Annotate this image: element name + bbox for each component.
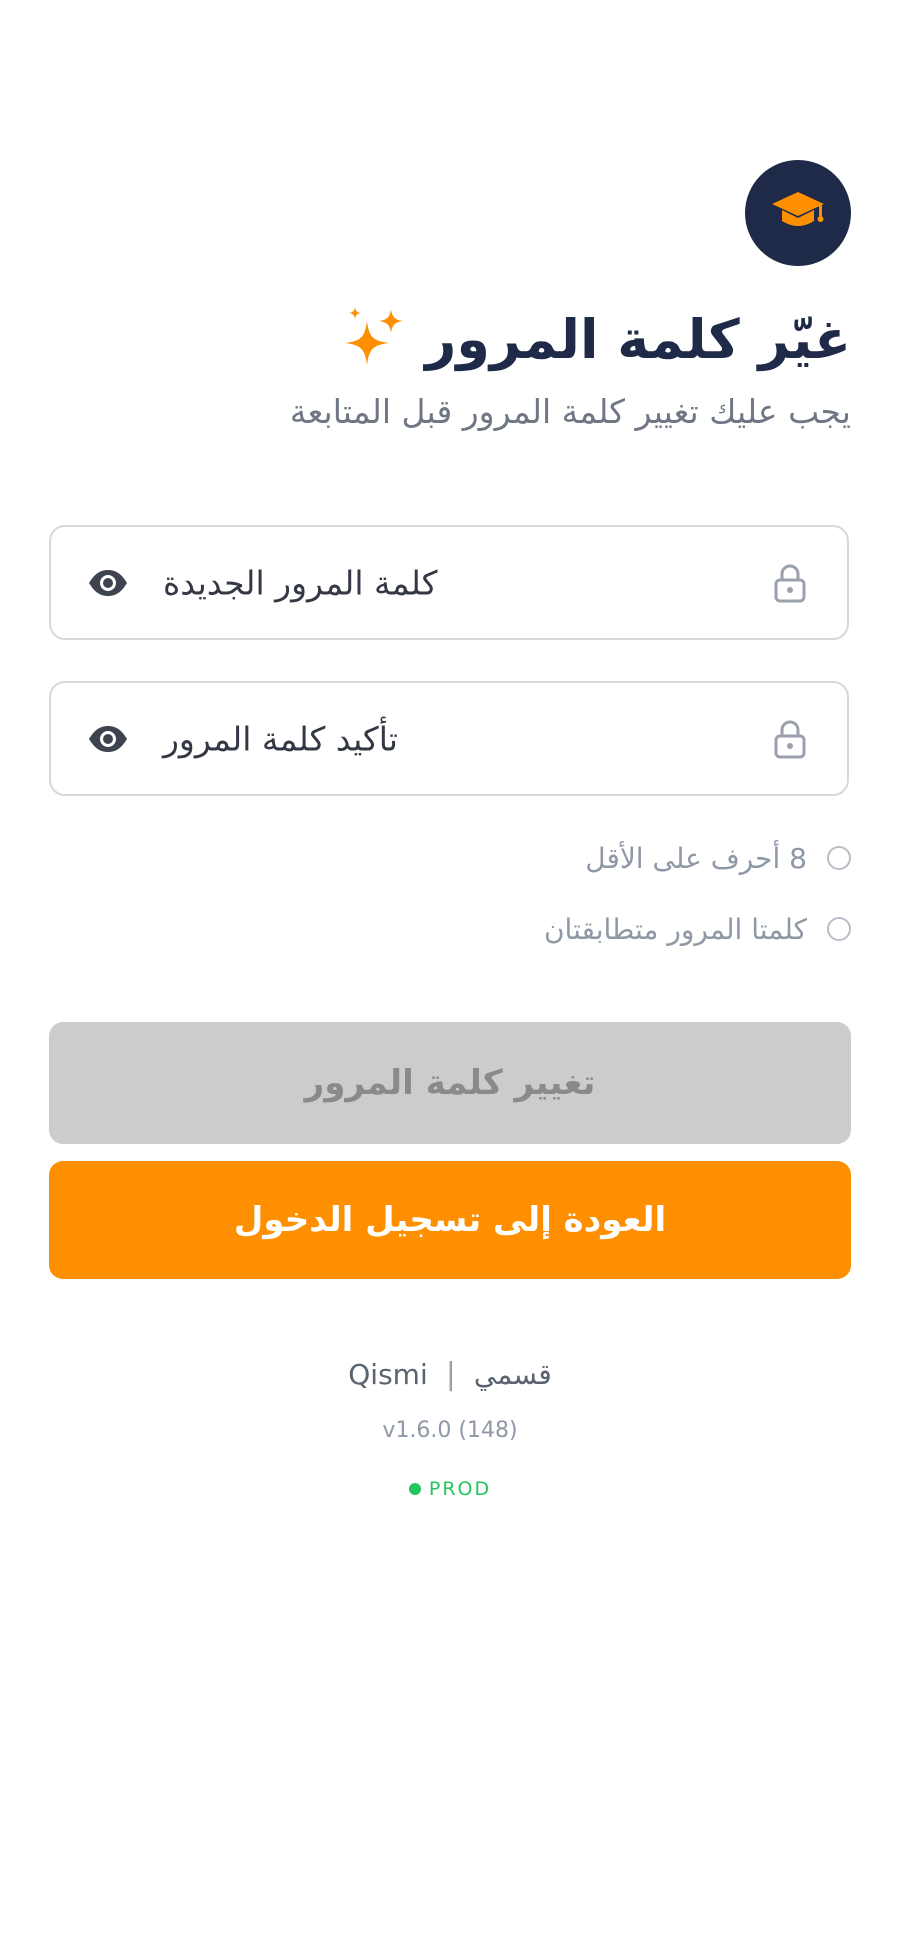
title-row: غيّر كلمة المرور bbox=[343, 300, 851, 380]
graduation-cap-icon bbox=[770, 188, 826, 238]
page-subtitle: يجب عليك تغيير كلمة المرور قبل المتابعة bbox=[289, 392, 851, 431]
app-logo bbox=[745, 160, 851, 266]
confirm-password-input[interactable]: تأكيد كلمة المرور bbox=[163, 719, 747, 758]
lock-icon bbox=[773, 563, 807, 603]
eye-icon[interactable] bbox=[87, 724, 129, 754]
confirm-password-placeholder: تأكيد كلمة المرور bbox=[163, 719, 398, 758]
requirement-status-icon bbox=[827, 846, 851, 870]
new-password-field[interactable]: كلمة المرور الجديدة bbox=[49, 525, 849, 640]
app-version: v1.6.0 (148) bbox=[382, 1418, 518, 1443]
change-password-screen: غيّر كلمة المرور يجب عليك تغيير كلمة الم… bbox=[0, 0, 900, 1956]
requirement-status-icon bbox=[827, 917, 851, 941]
status-dot-icon bbox=[408, 1483, 421, 1495]
environment-badge: PROD bbox=[0, 1478, 900, 1500]
brand-separator: | bbox=[445, 1356, 456, 1392]
brand-latin: Qismi bbox=[348, 1357, 428, 1391]
confirm-password-field[interactable]: تأكيد كلمة المرور bbox=[49, 681, 849, 796]
new-password-input[interactable]: كلمة المرور الجديدة bbox=[163, 563, 747, 602]
eye-icon[interactable] bbox=[87, 568, 129, 598]
environment-label: PROD bbox=[428, 1478, 492, 1500]
requirement-min-length: 8 أحرف على الأقل bbox=[585, 838, 851, 878]
requirement-label: كلمتا المرور متطابقتان bbox=[543, 912, 807, 946]
footer-brand: Qismi | قسمي bbox=[0, 1352, 900, 1396]
sparkles-icon bbox=[343, 305, 409, 375]
new-password-placeholder: كلمة المرور الجديدة bbox=[163, 563, 438, 602]
brand-arabic: قسمي bbox=[473, 1357, 552, 1391]
back-to-login-button[interactable]: العودة إلى تسجيل الدخول bbox=[49, 1161, 851, 1279]
change-password-button[interactable]: تغيير كلمة المرور bbox=[49, 1022, 851, 1144]
page-title: غيّر كلمة المرور bbox=[425, 308, 851, 371]
lock-icon bbox=[773, 719, 807, 759]
requirement-label: 8 أحرف على الأقل bbox=[585, 841, 807, 875]
requirement-passwords-match: كلمتا المرور متطابقتان bbox=[544, 909, 851, 949]
